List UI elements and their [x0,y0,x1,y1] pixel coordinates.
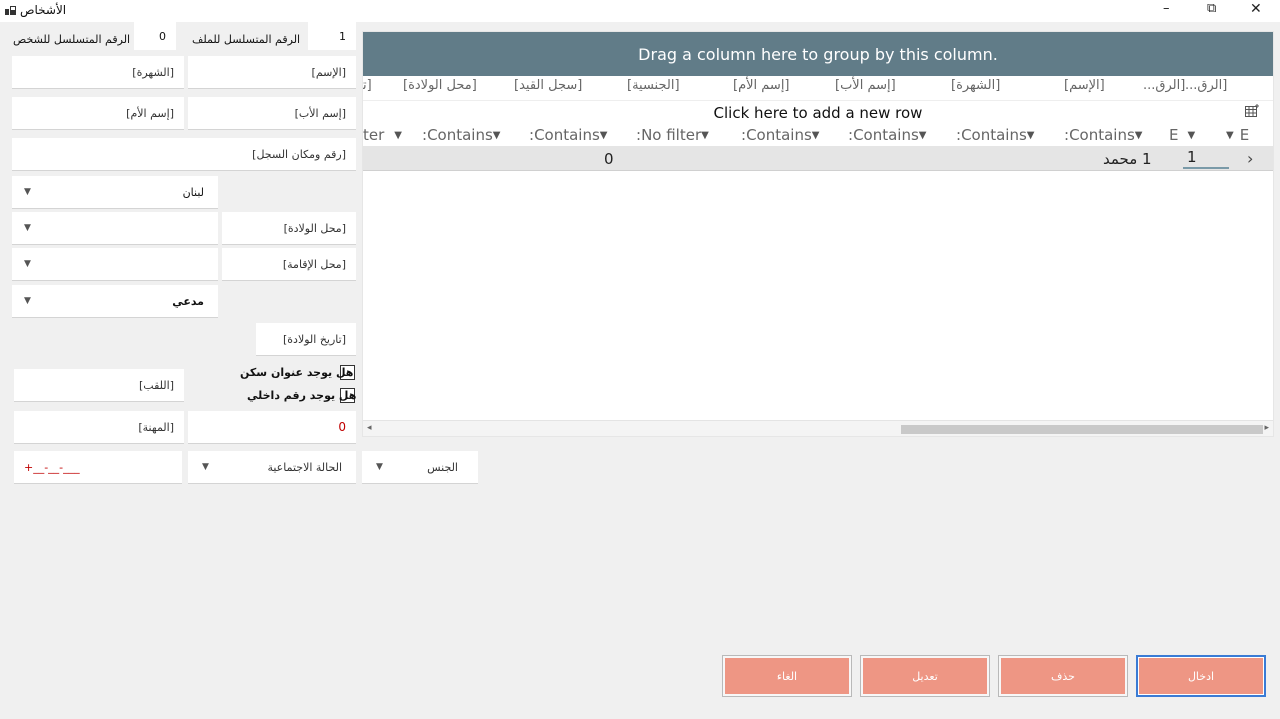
filter-cell[interactable]: ▼ Contains: [529,124,618,146]
birthdate-input[interactable]: [تاريخ الولادة] [256,323,356,356]
role-select[interactable]: مدعي ▼ [12,285,218,318]
name-input[interactable]: [الإسم] [188,56,356,89]
row-cell-name[interactable]: 1 محمد [1103,146,1152,171]
app-icon [5,5,16,15]
column-header[interactable]: [الإسم] [1064,78,1105,100]
filter-icon[interactable]: ▼ [919,130,927,141]
nationality-value: لبنان [182,185,204,199]
add-new-row[interactable]: Click here to add a new row [363,100,1273,124]
marital-status-select[interactable]: الحالة الاجتماعية ▼ [188,451,356,484]
column-header[interactable]: [الجنسية] [627,78,680,100]
column-header[interactable]: [إسم الأب] [835,78,896,100]
data-grid[interactable]: Drag a column here to group by this colu… [362,31,1274,437]
profession-input[interactable]: [المهنة] [14,411,184,444]
has-address-label: هل يوجد عنوان سكن [240,366,354,379]
gender-select[interactable]: الجنس ▼ [362,451,478,484]
birthplace-input[interactable]: [محل الولادة] [222,212,356,245]
filter-cell[interactable]: ▼ Contains: [741,124,830,146]
role-value: مدعي [172,294,204,308]
filter-icon[interactable]: ▼ [1187,130,1195,141]
file-serial-label: الرقم المتسلسل للملف [192,32,301,46]
title-input[interactable]: [اللقب] [14,369,184,402]
filter-cell[interactable]: ▼ No filter: [636,124,719,146]
window-title: الأشخاص [20,3,67,17]
chevron-down-icon: ▼ [202,462,209,472]
number-input[interactable]: 0 [188,411,356,444]
row-cell-serial[interactable]: 1 [1183,146,1229,169]
birthplace-select[interactable]: ▼ [12,212,218,245]
column-header[interactable]: [محل الولادة] [403,78,477,100]
nickname-input[interactable]: [الشهرة] [12,56,184,89]
scroll-right-icon[interactable]: ▸ [1264,423,1269,433]
filter-cell[interactable]: E ▼ [1169,124,1195,146]
restore-button[interactable]: ⧉ [1207,1,1216,16]
mother-name-input[interactable]: [إسم الأم] [12,97,184,130]
horizontal-scrollbar[interactable]: ◂ ▸ [363,420,1273,436]
filter-cell[interactable]: ▼ Contains: [848,124,937,146]
filter-cell[interactable]: ▼ Contains: [956,124,1045,146]
filter-icon[interactable]: ▼ [394,130,402,141]
filter-icon[interactable]: ▼ [1135,130,1143,141]
file-serial-input[interactable]: 1 [308,22,356,50]
person-serial-input[interactable]: 0 [134,22,176,50]
filter-icon[interactable]: ▼ [701,130,709,141]
filter-icon[interactable]: ▼ [493,130,501,141]
row-cell-value[interactable]: 0 [604,146,614,171]
residence-select[interactable]: ▼ [12,248,218,281]
cancel-button[interactable]: الغاء [722,655,852,697]
table-row[interactable]: › 1 1 محمد 0 [363,146,1273,171]
chevron-down-icon: ▼ [24,187,31,197]
chevron-down-icon: ▼ [24,259,31,269]
person-serial-label: الرقم المتسلسل للشخص [13,32,131,46]
column-header[interactable]: [الرق... [1185,78,1227,100]
gender-value: الجنس [427,460,458,474]
column-header[interactable]: [إسم الأم] [733,78,790,100]
column-header[interactable]: [الرق... [1143,78,1185,100]
close-button[interactable]: ✕ [1250,1,1262,17]
edit-button[interactable]: تعديل [860,655,990,697]
enter-button[interactable]: ادخال [1136,655,1266,697]
filter-icon[interactable]: ▼ [1027,130,1035,141]
chevron-down-icon: ▼ [24,223,31,233]
nationality-select[interactable]: لبنان ▼ [12,176,218,209]
minimize-button[interactable]: – [1163,1,1170,16]
has-internal-number-label: هل يوجد رقم داخلي [247,389,357,402]
residence-input[interactable]: [محل الإقامة] [222,248,356,281]
title-bar: الأشخاص – ⧉ ✕ [0,0,1280,22]
scrollbar-thumb[interactable] [901,425,1263,434]
chevron-down-icon: ▼ [24,296,31,306]
filter-cell[interactable]: ▼ Contains: [422,124,511,146]
chevron-down-icon: ▼ [376,462,383,472]
filter-icon[interactable]: ▼ [812,130,820,141]
delete-button[interactable]: حذف [998,655,1128,697]
column-header[interactable]: [سجل القيد] [514,78,582,100]
filter-icon[interactable]: ▼ [1226,130,1234,141]
scroll-left-icon[interactable]: ◂ [367,423,372,433]
group-panel[interactable]: Drag a column here to group by this colu… [363,32,1273,76]
father-name-input[interactable]: [إسم الأب] [188,97,356,130]
registry-input[interactable]: [رقم ومكان السجل] [12,138,356,171]
filter-icon[interactable]: ▼ [600,130,608,141]
filter-cell[interactable]: ▼ Contains: [1064,124,1153,146]
column-header[interactable]: [تا [363,78,372,100]
row-indicator: › [1247,149,1254,168]
marital-status-value: الحالة الاجتماعية [267,460,342,474]
column-header[interactable]: [الشهرة] [951,78,1000,100]
phone-input[interactable]: +__-__-___ [14,451,182,484]
filter-cell[interactable]: ter ▼ [363,124,402,146]
filter-cell[interactable]: ▼ E [1217,124,1249,146]
